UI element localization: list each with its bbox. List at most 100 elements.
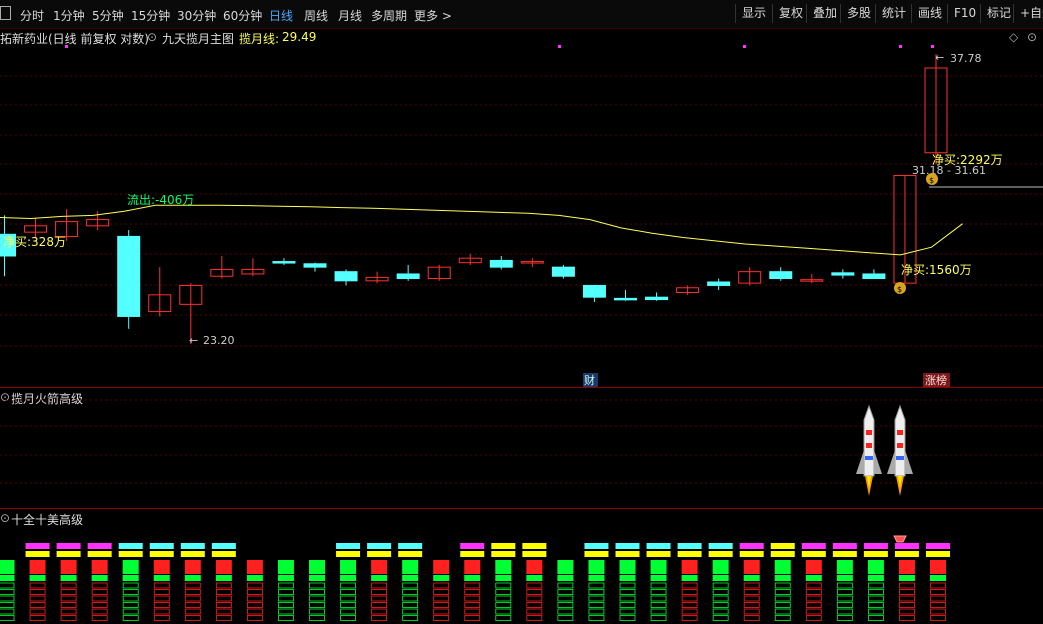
rocket-fin [887,450,895,474]
period-daily[interactable]: 日线 [269,7,293,24]
level-block [557,560,574,574]
level-block [930,560,946,574]
restore-rights-button[interactable]: 复权 [772,4,809,23]
signal-dot [743,45,746,48]
multi-stock-button[interactable]: 多股 [840,4,877,23]
period-1min[interactable]: 1分钟 [53,7,85,24]
level-cell [495,595,512,602]
candle-body [831,272,855,276]
level-cell [712,582,729,589]
period-30min[interactable]: 30分钟 [177,7,216,24]
svg-text:$: $ [897,285,902,294]
level-block [184,560,201,574]
period-more[interactable]: 更多 > [414,7,452,24]
level-block [836,560,853,574]
level-cell [619,595,636,602]
level-cell [774,602,791,608]
level-cell [0,608,15,615]
level-cell [899,608,915,615]
level-cell [29,615,46,621]
level-block [29,575,46,581]
level-cell [60,595,77,602]
level-cell [60,582,77,589]
level-cell [868,589,884,595]
level-cell [588,602,605,608]
period-60min[interactable]: 60分钟 [223,7,262,24]
overlay-button[interactable]: 叠加 [806,4,843,23]
level-cell [526,615,543,621]
rocket-fin [874,450,882,474]
level-cell [215,608,232,615]
draw-line-button[interactable]: 画线 [911,4,948,23]
level-cell [215,602,232,608]
level-block [805,560,822,574]
level-cell [557,608,574,615]
period-5min[interactable]: 5分钟 [92,7,124,24]
signal-strip [211,551,236,557]
candle-body [645,296,669,301]
level-cell [122,608,139,615]
signal-strip [460,543,485,549]
signal-strip [832,543,857,549]
level-cell [91,615,108,621]
level-cell [681,589,698,595]
high-arrow: ← [935,51,944,64]
net-buy-label-2: 净买:1560万 [901,263,972,277]
level-cell [309,595,325,602]
level-cell [743,608,760,615]
period-multi[interactable]: 多周期 [371,7,407,24]
level-cell [184,602,201,608]
mark-button[interactable]: 标记 [980,4,1017,23]
level-cell [246,595,263,602]
level-cell [930,595,946,602]
period-monthly[interactable]: 月线 [338,7,362,24]
signal-strip [149,551,174,557]
period-fenshi[interactable]: 分时 [20,7,44,24]
signal-strip [56,543,81,549]
level-cell [619,608,636,615]
period-weekly[interactable]: 周线 [304,7,328,24]
level-cell [743,602,760,608]
low-arrow: ← [189,334,198,347]
level-block [60,560,77,574]
level-block [464,560,481,574]
level-cell [743,615,760,621]
low-price-label: 23.20 [203,334,235,347]
level-cell [805,589,822,595]
level-cell [464,615,481,621]
signal-strip [739,543,764,549]
signal-strip [367,543,392,549]
level-cell [681,602,698,608]
level-cell [278,589,294,595]
level-cell [246,602,263,608]
level-cell [29,602,46,608]
level-cell [402,602,419,608]
level-cell [712,595,729,602]
period-15min[interactable]: 15分钟 [131,7,170,24]
level-cell [371,589,388,595]
signal-strip [367,551,392,557]
gem-icon [893,535,907,543]
display-button[interactable]: 显示 [735,4,772,23]
level-cell [278,615,294,621]
statistics-button[interactable]: 统计 [875,4,912,23]
level-block [712,560,729,574]
level-block [805,575,822,581]
net-buy-label-3: 净买:2292万 [932,153,1003,167]
signal-strip [87,551,112,557]
level-cell [371,582,388,589]
level-cell [0,582,15,589]
level-cell [184,608,201,615]
level-cell [246,608,263,615]
layout-icon[interactable] [0,6,11,20]
level-cell [278,595,294,602]
level-cell [184,582,201,589]
level-cell [743,595,760,602]
add-favorite-button[interactable]: +自选 [1013,4,1043,23]
level-cell [930,582,946,589]
level-cell [433,582,450,589]
level-block [495,575,512,581]
signal-dot [558,45,561,48]
f10-button[interactable]: F10 [947,4,982,23]
candle-body [489,259,513,268]
